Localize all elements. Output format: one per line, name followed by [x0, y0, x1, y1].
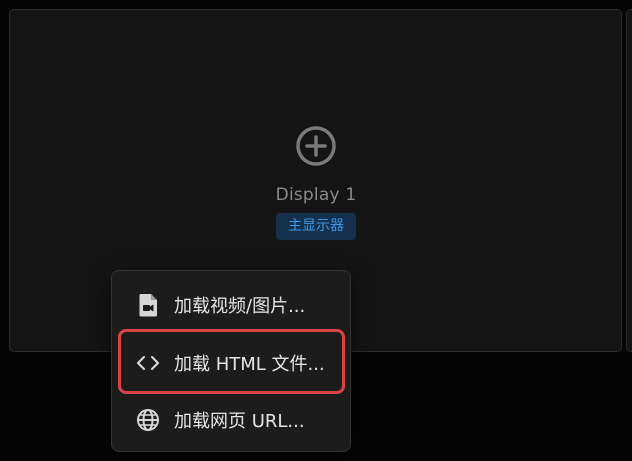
add-circle-icon[interactable]	[295, 125, 337, 167]
primary-display-badge: 主显示器	[276, 213, 356, 240]
menu-item-load-media[interactable]: 加载视频/图片...	[120, 280, 342, 330]
next-display-panel[interactable]	[626, 9, 632, 352]
file-media-icon	[136, 293, 160, 317]
globe-icon	[136, 408, 160, 432]
menu-item-load-html[interactable]: 加载 HTML 文件...	[120, 338, 342, 388]
context-menu: 加载视频/图片... 加载 HTML 文件... 加载网页 URL...	[111, 270, 351, 452]
menu-item-label: 加载视频/图片...	[174, 296, 306, 317]
code-icon	[136, 351, 160, 375]
menu-item-label: 加载网页 URL...	[174, 411, 305, 432]
menu-item-label: 加载 HTML 文件...	[174, 354, 325, 375]
stage: Display 1 主显示器 加载视频/图片... 加载 HTML 文件... …	[0, 0, 632, 461]
display-name: Display 1	[275, 185, 357, 205]
menu-item-load-url[interactable]: 加载网页 URL...	[120, 395, 342, 445]
